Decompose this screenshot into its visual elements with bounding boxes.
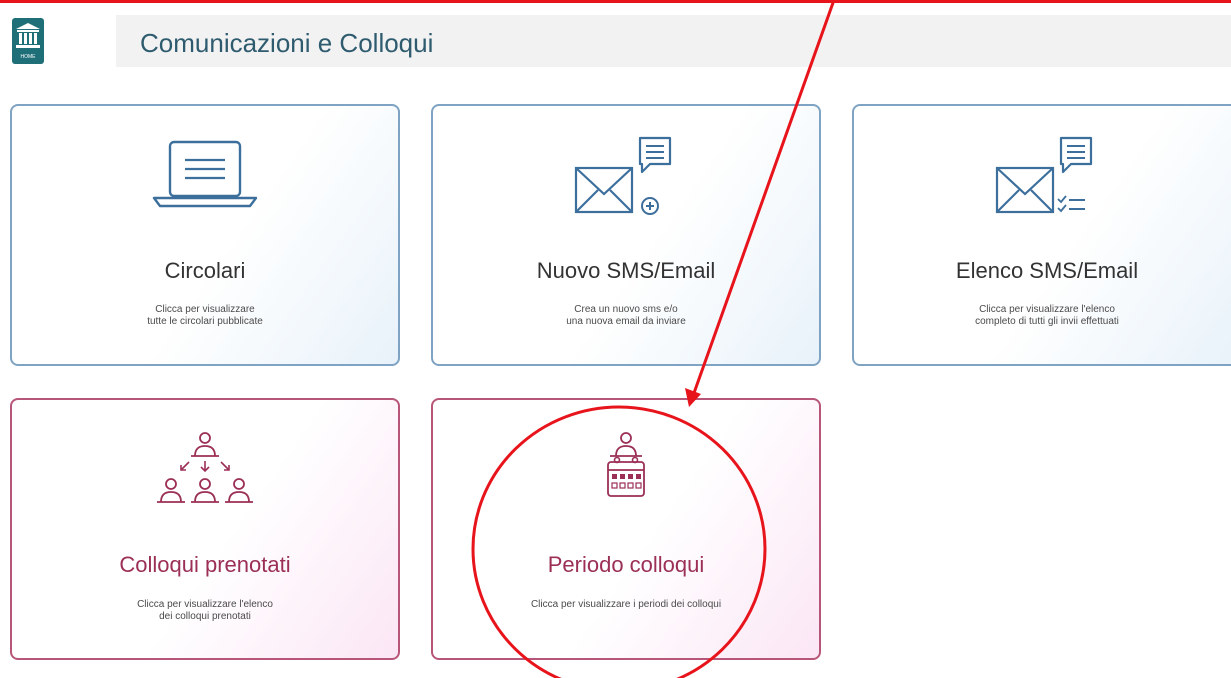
home-label: HOME [20,54,36,60]
laptop-icon [152,140,258,208]
card-elenco-sms-email[interactable]: Elenco SMS/Email Clicca per visualizzare… [852,104,1231,366]
card-title: Colloqui prenotati [119,552,291,577]
card-title: Periodo colloqui [547,552,705,577]
new-message-icon [574,136,672,215]
card-description: Clicca per visualizzare l'elenco dei col… [137,599,273,622]
meeting-hierarchy-icon [157,432,253,503]
card-description: Clicca per visualizzare i periodi dei co… [530,599,722,610]
card-colloqui-prenotati[interactable]: Colloqui prenotati Clicca per visualizza… [10,398,400,660]
page-title: Comunicazioni e Colloqui [140,28,434,58]
card-periodo-colloqui[interactable]: Periodo colloqui Clicca per visualizzare… [431,398,821,660]
card-nuovo-sms-email[interactable]: Nuovo SMS/Email Crea un nuovo sms e/o un… [431,104,821,366]
header-bar: Comunicazioni e Colloqui [116,15,1231,67]
building-icon [16,23,40,48]
card-title: Nuovo SMS/Email [536,258,716,283]
meeting-calendar-icon [607,432,645,497]
card-circolari[interactable]: Circolari Clicca per visualizzare tutte … [10,104,400,366]
message-list-icon [995,136,1093,214]
top-red-border [0,0,1231,3]
card-title: Circolari [164,258,246,283]
card-description: Clicca per visualizzare l'elenco complet… [975,304,1119,327]
card-description: Clicca per visualizzare tutte le circola… [147,304,263,327]
card-description: Crea un nuovo sms e/o una nuova email da… [566,304,686,327]
home-button[interactable]: HOME [12,18,44,64]
card-title: Elenco SMS/Email [955,258,1139,283]
